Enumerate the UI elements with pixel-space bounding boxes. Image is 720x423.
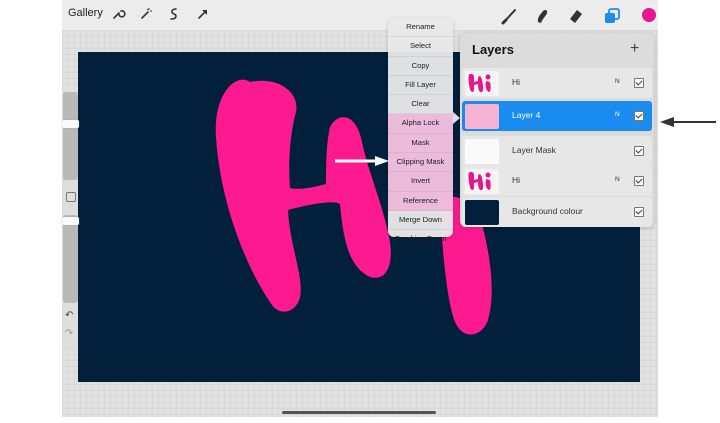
menu-pointer <box>453 112 460 124</box>
layer-row-hi[interactable]: Hi N <box>462 166 652 196</box>
layer-row-background-colour[interactable]: Background colour <box>462 197 652 227</box>
layer-thumbnail <box>465 139 499 164</box>
blend-mode[interactable]: N <box>615 111 620 118</box>
menu-item-select[interactable]: Select <box>388 37 453 57</box>
layer-name: Hi <box>512 175 521 185</box>
color-swatch[interactable] <box>640 6 658 24</box>
layer-thumbnail <box>465 104 499 129</box>
menu-item-combine-down[interactable]: Combine Down <box>388 230 453 248</box>
menu-item-mask[interactable]: Mask <box>388 133 453 154</box>
brush-icon[interactable] <box>500 6 520 26</box>
menu-item-reference[interactable]: Reference <box>388 191 453 211</box>
layers-title: Layers <box>472 42 514 57</box>
blend-mode[interactable]: N <box>615 176 620 183</box>
modify-button[interactable] <box>66 192 76 202</box>
menu-item-merge-down[interactable]: Merge Down <box>388 211 453 231</box>
smudge-icon[interactable] <box>533 6 553 26</box>
blend-mode[interactable]: N <box>615 78 620 85</box>
magic-wand-icon[interactable] <box>138 6 154 22</box>
annotation-arrow-right <box>335 155 390 173</box>
eraser-icon[interactable] <box>566 6 586 26</box>
layer-thumbnail <box>465 200 499 225</box>
opacity-handle[interactable] <box>62 217 79 225</box>
undo-icon[interactable]: ↶ <box>65 310 73 321</box>
layer-row-layer-4[interactable]: Layer 4 N <box>462 101 652 131</box>
layer-name: Layer Mask <box>512 145 556 155</box>
layer-row-hi[interactable]: Hi N <box>462 68 652 98</box>
layer-options-menu: Rename Select Copy Fill Layer Clear Alph… <box>388 18 453 243</box>
menu-item-rename[interactable]: Rename <box>388 18 453 38</box>
redo-icon[interactable]: ↷ <box>65 328 73 339</box>
visibility-checkbox[interactable] <box>634 146 644 156</box>
visibility-checkbox[interactable] <box>634 111 644 121</box>
opacity-slider[interactable] <box>63 215 78 303</box>
menu-item-clear[interactable]: Clear <box>388 95 453 115</box>
visibility-checkbox[interactable] <box>634 78 644 88</box>
layer-name: Layer 4 <box>512 110 541 120</box>
menu-item-alpha-lock[interactable]: Alpha Lock <box>388 114 453 134</box>
brush-size-handle[interactable] <box>62 120 79 128</box>
layer-name: Hi <box>512 77 521 87</box>
menu-item-fill-layer[interactable]: Fill Layer <box>388 76 453 96</box>
annotation-arrow-left <box>660 115 716 133</box>
menu-item-copy[interactable]: Copy <box>388 57 453 76</box>
layer-thumbnail <box>465 169 499 194</box>
selection-icon[interactable] <box>166 6 182 22</box>
brush-size-slider[interactable] <box>63 92 78 180</box>
layer-row-layer-mask[interactable]: Layer Mask <box>462 136 652 166</box>
visibility-checkbox[interactable] <box>634 207 644 217</box>
menu-item-clipping-mask[interactable]: Clipping Mask <box>388 153 453 173</box>
layers-panel: Layers + Hi N Layer 4 N Layer Mask Hi N … <box>460 33 654 227</box>
layers-icon[interactable] <box>602 6 622 26</box>
layer-name: Background colour <box>512 206 583 216</box>
visibility-checkbox[interactable] <box>634 176 644 186</box>
home-indicator <box>282 411 436 414</box>
gallery-button[interactable]: Gallery <box>68 7 103 19</box>
menu-item-invert[interactable]: Invert <box>388 172 453 192</box>
transform-arrow-icon[interactable] <box>195 6 211 22</box>
wrench-icon[interactable] <box>110 6 126 22</box>
layer-thumbnail <box>465 71 499 96</box>
add-layer-button[interactable]: + <box>630 40 639 58</box>
